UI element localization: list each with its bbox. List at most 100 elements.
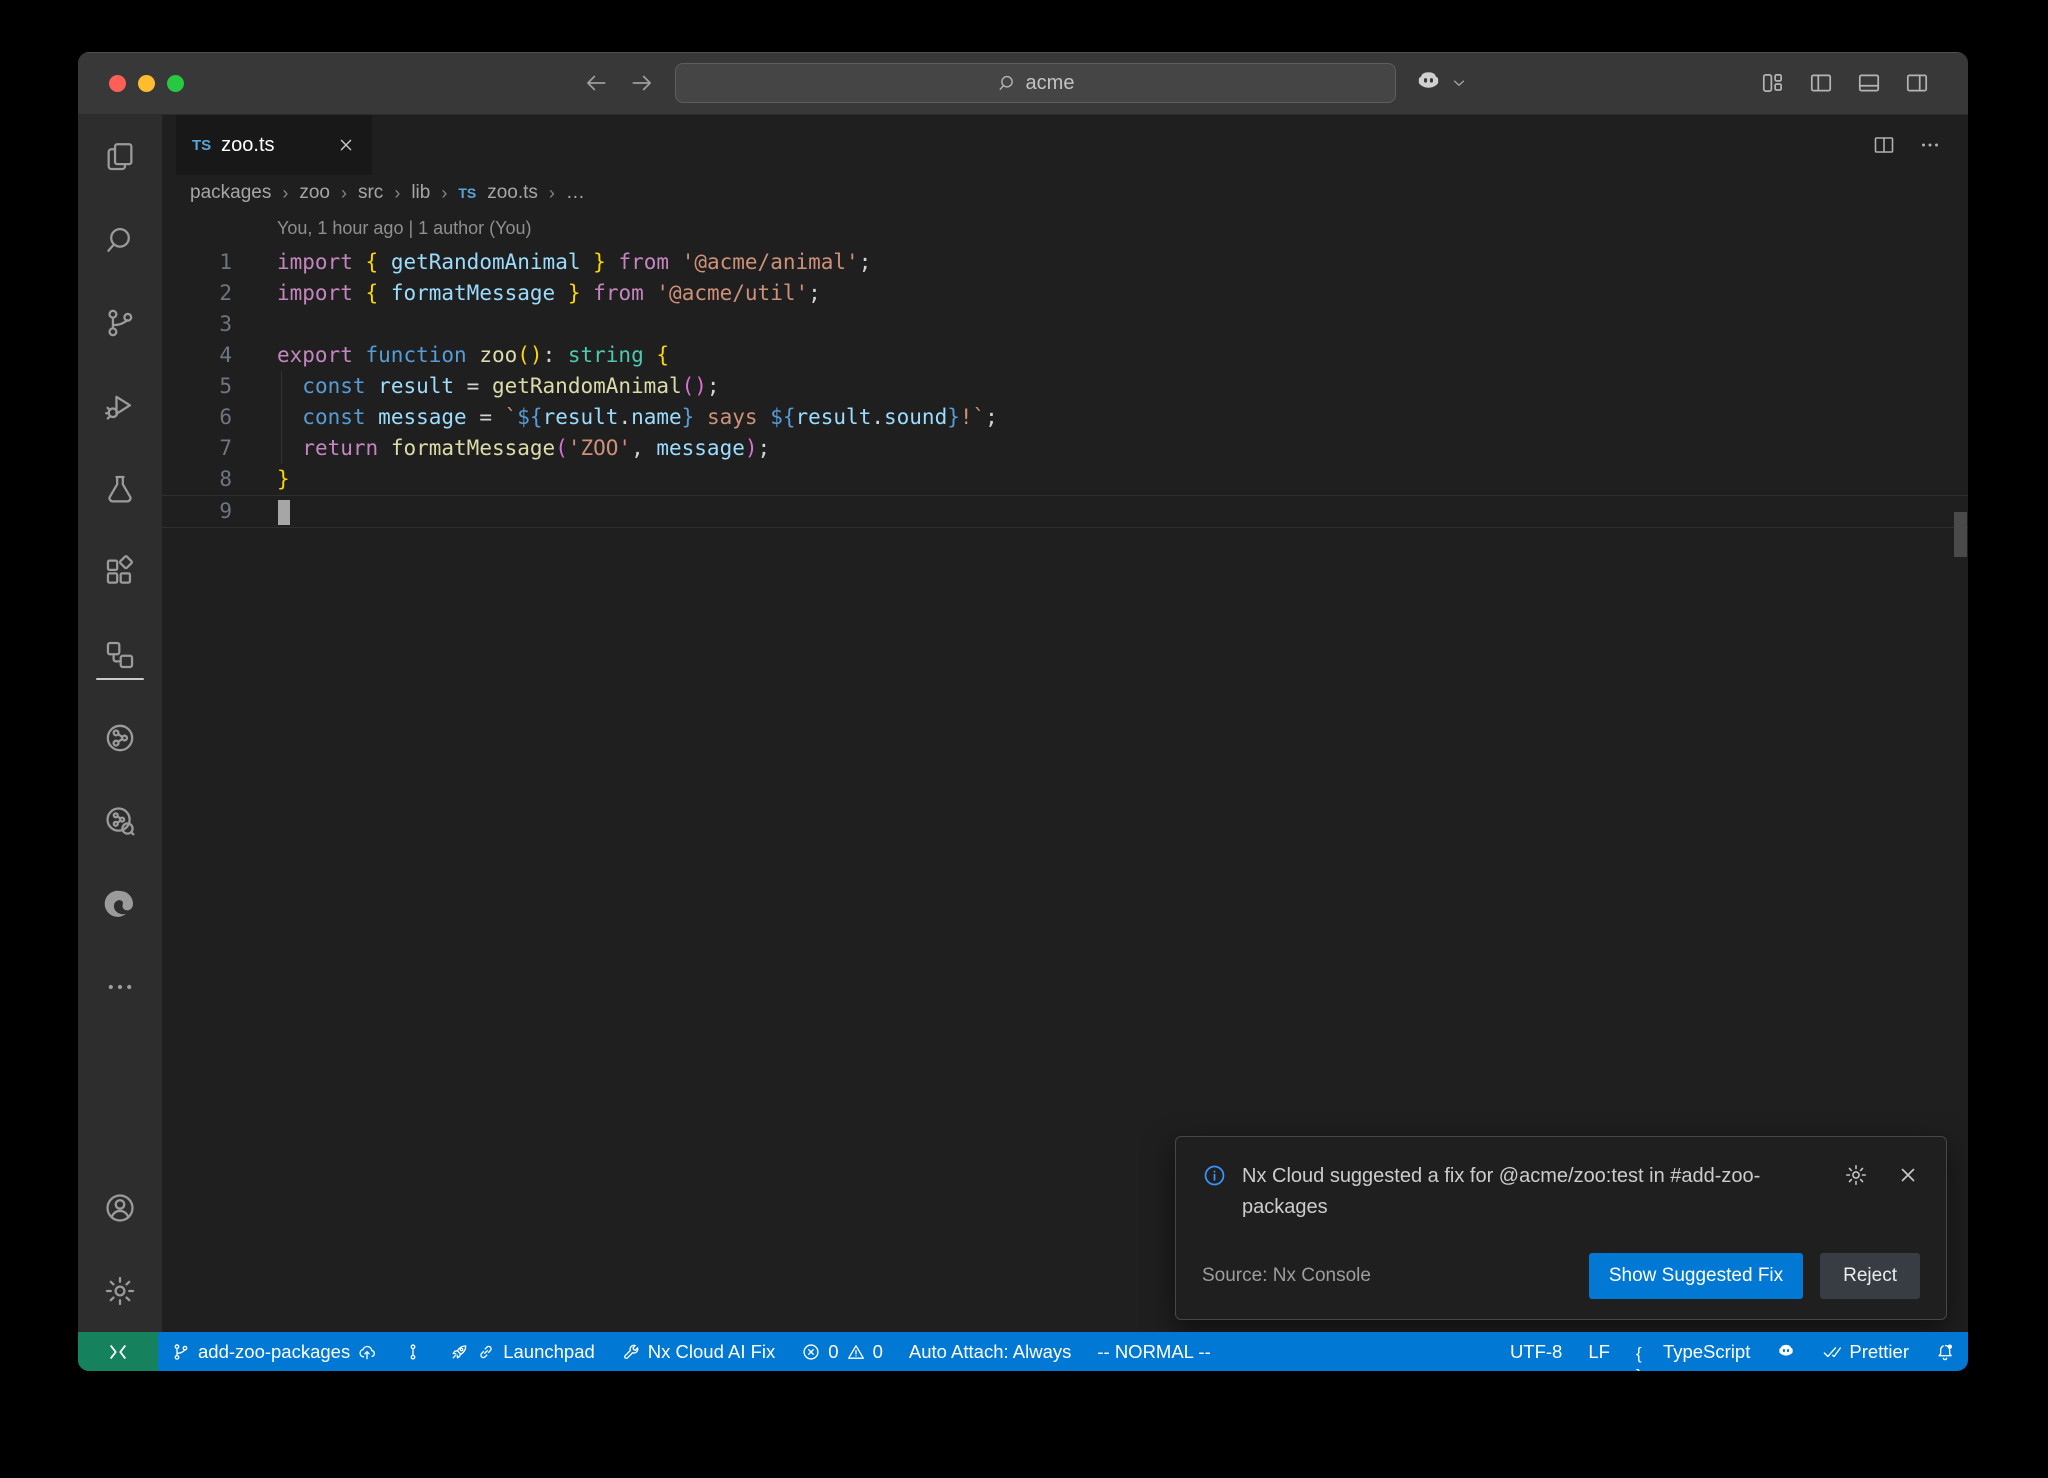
line-number: 3 bbox=[162, 309, 232, 340]
copilot-icon bbox=[1414, 68, 1443, 97]
status-vim-mode[interactable]: -- NORMAL -- bbox=[1084, 1332, 1223, 1371]
chevron-down-icon bbox=[1450, 74, 1468, 92]
status-label: UTF-8 bbox=[1510, 1341, 1562, 1363]
line-number: 5 bbox=[162, 371, 232, 402]
info-icon bbox=[1202, 1163, 1227, 1188]
activity-remote-explorer[interactable] bbox=[78, 613, 162, 696]
activity-accounts[interactable] bbox=[78, 1166, 162, 1249]
toggle-panel-icon[interactable] bbox=[1856, 70, 1882, 96]
status-auto-attach[interactable]: Auto Attach: Always bbox=[896, 1332, 1084, 1371]
activity-run-debug[interactable] bbox=[78, 364, 162, 447]
activity-extensions[interactable] bbox=[78, 530, 162, 613]
code-line[interactable]: 2import { formatMessage } from '@acme/ut… bbox=[162, 278, 1968, 309]
status-copilot-status[interactable] bbox=[1763, 1332, 1809, 1371]
code-line[interactable]: 8} bbox=[162, 464, 1968, 495]
git-branch-icon bbox=[171, 1342, 191, 1362]
code-line[interactable]: 7 return formatMessage('ZOO', message); bbox=[162, 433, 1968, 464]
breadcrumb-segment[interactable]: lib bbox=[411, 182, 430, 204]
code-line[interactable]: 9 bbox=[162, 495, 1968, 528]
copilot-menu[interactable] bbox=[1414, 68, 1468, 97]
breadcrumb-separator-icon: › bbox=[441, 183, 447, 204]
line-number: 8 bbox=[162, 464, 232, 495]
braces-icon: { } bbox=[1636, 1342, 1656, 1362]
status-branch-sync[interactable]: add-zoo-packages bbox=[158, 1332, 390, 1371]
breadcrumb-separator-icon: › bbox=[394, 183, 400, 204]
layout-controls bbox=[1760, 70, 1930, 96]
copilot-icon bbox=[1776, 1342, 1796, 1362]
code-line-content: import { getRandomAnimal } from '@acme/a… bbox=[232, 247, 1968, 278]
status-formatter[interactable]: Prettier bbox=[1809, 1332, 1922, 1371]
status-label: 0 bbox=[828, 1341, 838, 1363]
code-line[interactable]: 1import { getRandomAnimal } from '@acme/… bbox=[162, 247, 1968, 278]
accounts-icon bbox=[103, 1191, 137, 1225]
tab-zoo-ts[interactable]: TS zoo.ts bbox=[176, 115, 372, 175]
more-actions-icon[interactable] bbox=[1918, 133, 1942, 157]
tab-bar: TS zoo.ts bbox=[162, 115, 1968, 175]
explorer-icon bbox=[103, 140, 137, 174]
activity-search[interactable] bbox=[78, 198, 162, 281]
breadcrumb-segment[interactable]: zoo bbox=[299, 182, 330, 204]
status-label: -- NORMAL -- bbox=[1097, 1341, 1210, 1363]
activity-source-control[interactable] bbox=[78, 281, 162, 364]
customize-layout-icon[interactable] bbox=[1760, 70, 1786, 96]
activity-more-views[interactable] bbox=[78, 945, 162, 1028]
notification-settings-icon[interactable] bbox=[1844, 1163, 1868, 1187]
code-line-content: const message = `${result.name} says ${r… bbox=[232, 402, 1968, 433]
status-problems[interactable]: 00 bbox=[788, 1332, 896, 1371]
code-line[interactable]: 3 bbox=[162, 309, 1968, 340]
status-label: Nx Cloud AI Fix bbox=[648, 1341, 776, 1363]
status-label: Prettier bbox=[1849, 1341, 1909, 1363]
scrollbar-thumb[interactable] bbox=[1954, 512, 1967, 557]
split-editor-icon[interactable] bbox=[1872, 133, 1896, 157]
typescript-file-icon: TS bbox=[192, 137, 211, 154]
breadcrumb-overflow[interactable]: … bbox=[566, 182, 585, 204]
toggle-primary-sidebar-icon[interactable] bbox=[1808, 70, 1834, 96]
status-launchpad[interactable]: Launchpad bbox=[436, 1332, 608, 1371]
status-bar: add-zoo-packages Launchpad Nx Cloud AI Fix… bbox=[78, 1332, 1968, 1371]
zoom-window-button[interactable] bbox=[167, 75, 184, 92]
activity-nx-console[interactable] bbox=[78, 696, 162, 779]
activity-bar-divider bbox=[96, 678, 144, 680]
breadcrumb-segment[interactable]: packages bbox=[190, 182, 271, 204]
status-git-graph[interactable] bbox=[390, 1332, 436, 1371]
forward-icon[interactable] bbox=[629, 70, 655, 96]
line-number: 7 bbox=[162, 433, 232, 464]
status-language[interactable]: { }TypeScript bbox=[1623, 1332, 1763, 1371]
toggle-secondary-sidebar-icon[interactable] bbox=[1904, 70, 1930, 96]
status-notifications-bell[interactable] bbox=[1922, 1332, 1968, 1371]
back-icon[interactable] bbox=[583, 70, 609, 96]
code-line[interactable]: 6 const message = `${result.name} says $… bbox=[162, 402, 1968, 433]
activity-testing[interactable] bbox=[78, 447, 162, 530]
command-center-search[interactable]: acme bbox=[675, 63, 1396, 103]
line-number: 9 bbox=[162, 496, 232, 527]
activity-bar bbox=[78, 115, 162, 1332]
activity-edge-browser[interactable] bbox=[78, 862, 162, 945]
close-tab-icon[interactable] bbox=[336, 135, 356, 155]
show-suggested-fix-button[interactable]: Show Suggested Fix bbox=[1589, 1253, 1803, 1299]
status-nx-cloud-ai-fix[interactable]: Nx Cloud AI Fix bbox=[608, 1332, 789, 1371]
code-line-content: export function zoo(): string { bbox=[232, 340, 1968, 371]
close-window-button[interactable] bbox=[109, 75, 126, 92]
rocket-icon bbox=[449, 1342, 469, 1362]
notification-close-icon[interactable] bbox=[1896, 1163, 1920, 1187]
minimize-window-button[interactable] bbox=[138, 75, 155, 92]
code-line[interactable]: 5 const result = getRandomAnimal(); bbox=[162, 371, 1968, 402]
line-number: 4 bbox=[162, 340, 232, 371]
reject-button[interactable]: Reject bbox=[1820, 1253, 1920, 1299]
git-commit-icon bbox=[403, 1342, 423, 1362]
status-label: Auto Attach: Always bbox=[909, 1341, 1071, 1363]
code-line-content bbox=[232, 496, 1968, 527]
code-line[interactable]: 4export function zoo(): string { bbox=[162, 340, 1968, 371]
breadcrumb-segment[interactable]: src bbox=[358, 182, 383, 204]
tab-label: zoo.ts bbox=[221, 134, 274, 157]
notification-source: Source: Nx Console bbox=[1202, 1265, 1371, 1287]
breadcrumb-file[interactable]: zoo.ts bbox=[487, 182, 538, 204]
remote-indicator[interactable] bbox=[78, 1332, 158, 1371]
activity-explorer[interactable] bbox=[78, 115, 162, 198]
activity-manage[interactable] bbox=[78, 1249, 162, 1332]
status-encoding[interactable]: UTF-8 bbox=[1497, 1332, 1575, 1371]
status-eol[interactable]: LF bbox=[1575, 1332, 1623, 1371]
breadcrumb-separator-icon: › bbox=[341, 183, 347, 204]
activity-source-inspect[interactable] bbox=[78, 779, 162, 862]
editor-actions bbox=[1872, 115, 1942, 175]
